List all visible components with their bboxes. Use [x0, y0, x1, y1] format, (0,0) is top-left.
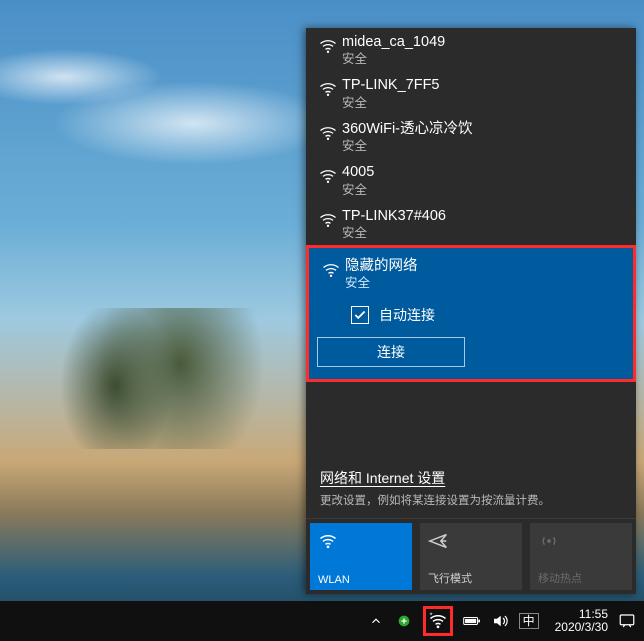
wifi-network-item[interactable]: 360WiFi-透心凉冷饮 安全	[306, 115, 636, 158]
wifi-ssid: TP-LINK_7FF5	[342, 77, 624, 94]
wifi-network-text: 4005 安全	[342, 164, 624, 197]
system-tray: * 中 11:55 2020/3/30	[367, 606, 636, 636]
wifi-network-text: 隐藏的网络 安全	[345, 258, 621, 291]
quick-action-row: WLAN 飞行模式 移动热点	[306, 518, 636, 594]
wifi-selected-header: 隐藏的网络 安全	[317, 258, 621, 291]
wifi-network-item[interactable]: 4005 安全	[306, 158, 636, 201]
taskbar-clock[interactable]: 11:55 2020/3/30	[555, 608, 608, 633]
wifi-network-text: midea_ca_1049 安全	[342, 34, 624, 67]
wifi-ssid: 4005	[342, 164, 624, 181]
ime-indicator[interactable]: 中	[519, 613, 539, 629]
wifi-ssid: 360WiFi-透心凉冷饮	[342, 121, 624, 138]
tray-wifi-button[interactable]: *	[423, 606, 453, 636]
wifi-network-item-selected[interactable]: 隐藏的网络 安全 自动连接 连接	[306, 245, 636, 382]
wifi-network-item[interactable]: TP-LINK37#406 安全	[306, 202, 636, 245]
wifi-network-item[interactable]: midea_ca_1049 安全	[306, 28, 636, 71]
action-center-icon[interactable]	[618, 612, 636, 630]
wlan-tile-label: WLAN	[318, 574, 404, 586]
wifi-network-text: TP-LINK_7FF5 安全	[342, 77, 624, 110]
wifi-icon	[314, 123, 342, 143]
wifi-security-label: 安全	[342, 52, 624, 67]
auto-connect-label: 自动连接	[379, 305, 435, 325]
svg-text:*: *	[429, 611, 432, 620]
wifi-security-label: 安全	[342, 226, 624, 241]
hotspot-icon	[538, 529, 624, 553]
airplane-mode-tile[interactable]: 飞行模式	[420, 523, 522, 590]
wifi-security-label: 安全	[345, 276, 621, 291]
wifi-icon	[318, 529, 404, 553]
auto-connect-row[interactable]: 自动连接	[351, 305, 435, 325]
hotspot-tile[interactable]: 移动热点	[530, 523, 632, 590]
wifi-network-item[interactable]: TP-LINK_7FF5 安全	[306, 71, 636, 114]
airplane-tile-label: 飞行模式	[428, 570, 514, 586]
wifi-ssid: TP-LINK37#406	[342, 208, 624, 225]
network-settings-desc: 更改设置，例如将某连接设置为按流量计费。	[306, 490, 636, 518]
wifi-icon	[314, 36, 342, 56]
wlan-tile[interactable]: WLAN	[310, 523, 412, 590]
network-settings-link[interactable]: 网络和 Internet 设置	[306, 458, 636, 490]
wifi-icon	[314, 166, 342, 186]
wifi-network-text: TP-LINK37#406 安全	[342, 208, 624, 241]
connect-button[interactable]: 连接	[317, 337, 465, 367]
auto-connect-checkbox[interactable]	[351, 306, 369, 324]
battery-icon[interactable]	[463, 612, 481, 630]
wifi-network-text: 360WiFi-透心凉冷饮 安全	[342, 121, 624, 154]
wifi-security-label: 安全	[342, 96, 624, 111]
wifi-ssid: 隐藏的网络	[345, 258, 621, 275]
network-flyout-panel: midea_ca_1049 安全 TP-LINK_7FF5 安全 360WiFi…	[306, 28, 636, 594]
connect-row: 连接	[317, 337, 465, 367]
volume-icon[interactable]	[491, 612, 509, 630]
tray-overflow-chevron-icon[interactable]	[367, 612, 385, 630]
wifi-security-label: 安全	[342, 139, 624, 154]
wifi-icon	[314, 79, 342, 99]
clock-date: 2020/3/30	[555, 621, 608, 634]
hotspot-tile-label: 移动热点	[538, 570, 624, 586]
airplane-icon	[428, 529, 514, 553]
tray-app-icon[interactable]	[395, 612, 413, 630]
wifi-network-list: midea_ca_1049 安全 TP-LINK_7FF5 安全 360WiFi…	[306, 28, 636, 458]
taskbar: * 中 11:55 2020/3/30	[0, 601, 644, 641]
wifi-icon	[317, 260, 345, 280]
wifi-icon	[314, 210, 342, 230]
wifi-ssid: midea_ca_1049	[342, 34, 624, 51]
wifi-security-label: 安全	[342, 183, 624, 198]
